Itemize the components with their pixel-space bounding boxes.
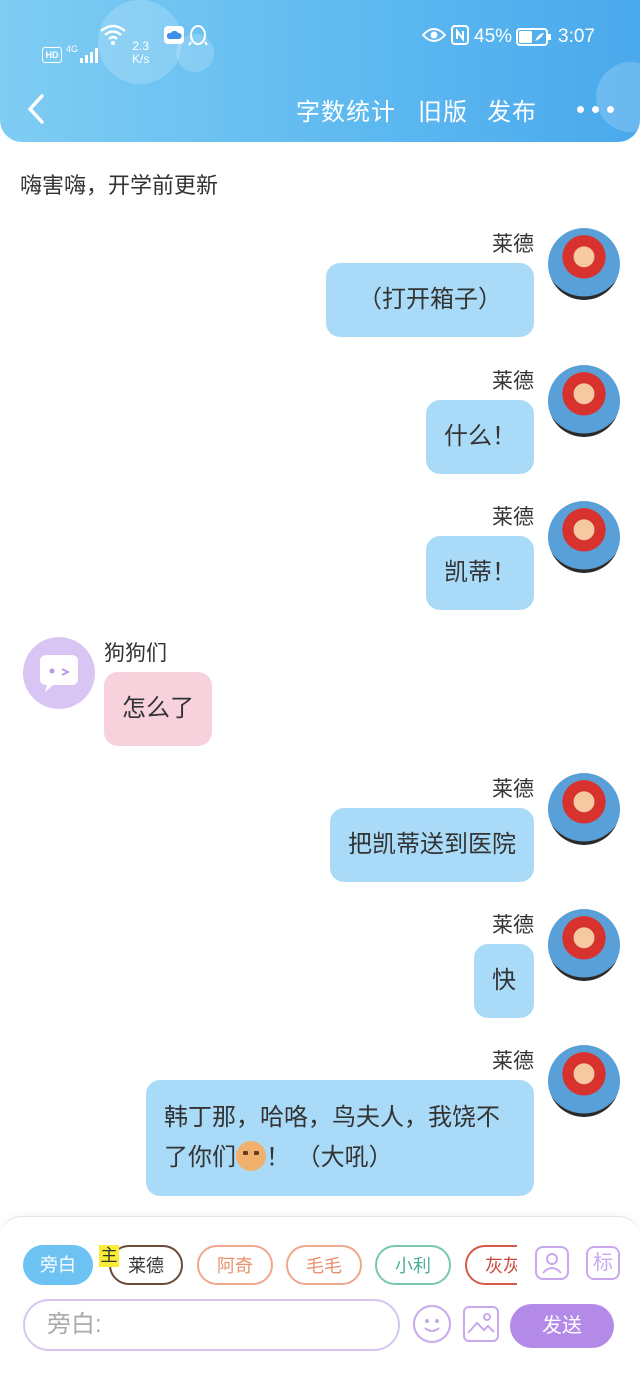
composer-panel: 旁白 莱德 主 阿奇 毛毛 小利 灰灰 标 发送 [0,1216,640,1388]
message-text: ！ （大吼） [266,1144,393,1171]
speaker-name: 莱德 [492,914,534,937]
role-chip-xiaoli[interactable]: 小利 [375,1245,451,1285]
speaker-name: 莱德 [492,506,534,529]
tag-icon[interactable]: 标 [586,1246,620,1280]
message-item[interactable]: 狗狗们 怎么了 [23,637,623,749]
more-icon[interactable] [577,106,614,113]
avatar[interactable] [548,909,620,981]
message-bubble[interactable]: 把凯蒂送到医院 [330,808,534,882]
hd-icon: HD [42,47,62,63]
message-item[interactable]: 莱德 韩丁那，哈咯，鸟夫人，我饶不了你们！ （大吼） [20,1045,620,1196]
qq-icon [188,25,208,46]
message-item[interactable]: 莱德 什么！ [20,365,620,477]
message-bubble[interactable]: 怎么了 [104,672,212,746]
old-version-button[interactable]: 旧版 [418,92,468,127]
person-icon [542,1253,562,1274]
character-card-icon[interactable] [535,1246,569,1280]
speaker-name: 莱德 [492,1050,534,1073]
avatar[interactable] [548,773,620,845]
publish-button[interactable]: 发布 [487,92,537,127]
chat-bubble-icon [40,655,78,692]
speaker-name: 狗狗们 [104,642,167,665]
network-type: 4G [66,44,79,54]
message-bubble[interactable]: 什么！ [426,400,534,474]
message-bubble[interactable]: 韩丁那，哈咯，鸟夫人，我饶不了你们！ （大吼） [146,1080,534,1196]
message-item[interactable]: 莱德 快 [20,909,620,1021]
speaker-name: 莱德 [492,370,534,393]
message-item[interactable]: 莱德 （打开箱子） [20,228,620,340]
emoji-icon[interactable] [413,1305,451,1343]
cloud-icon [164,26,184,44]
avatar[interactable] [548,1045,620,1117]
speaker-name: 莱德 [492,233,534,256]
avatar[interactable] [548,228,620,300]
chip-scroll-clip: 灰灰 [465,1245,517,1285]
avatar[interactable] [548,501,620,573]
avatar[interactable] [548,365,620,437]
role-chip-laide[interactable]: 莱德 [109,1245,183,1285]
angry-emoji-icon [236,1141,266,1171]
role-chip-huihui[interactable]: 灰灰 [465,1245,517,1285]
network-speed: 2.3 K/s [132,39,150,66]
battery-percent: 45% [474,26,513,47]
message-input[interactable] [23,1299,400,1351]
back-icon[interactable] [22,92,52,126]
status-bar: HD 4G 2.3 K/s 45% 3:07 [0,20,640,66]
clock: 3:07 [558,26,595,47]
eye-icon [422,28,446,42]
speaker-name: 莱德 [492,778,534,801]
wifi-icon [100,24,126,45]
message-bubble[interactable]: 凯蒂！ [426,536,534,610]
nav-bar: 字数统计 旧版 发布 [0,86,640,132]
role-chip-narration[interactable]: 旁白 [23,1245,93,1285]
avatar[interactable] [23,637,95,709]
battery-icon [516,28,551,46]
app-header: HD 4G 2.3 K/s 45% 3:07 字数统计 旧版 发布 [0,0,640,142]
signal-icon [80,47,98,63]
send-button[interactable]: 发送 [510,1304,614,1348]
role-chip-aqi[interactable]: 阿奇 [197,1245,273,1285]
message-bubble[interactable]: 快 [474,944,534,1018]
host-badge: 主 [99,1245,119,1267]
message-item[interactable]: 莱德 把凯蒂送到医院 [20,773,620,885]
message-item[interactable]: 莱德 凯蒂！ [20,501,620,613]
message-bubble[interactable]: （打开箱子） [326,263,534,337]
image-icon[interactable] [463,1306,499,1342]
nfc-icon [451,25,469,45]
role-chip-maomao[interactable]: 毛毛 [286,1245,362,1285]
narration-text: 嗨害嗨，开学前更新 [20,173,219,198]
word-count-button[interactable]: 字数统计 [296,92,396,127]
